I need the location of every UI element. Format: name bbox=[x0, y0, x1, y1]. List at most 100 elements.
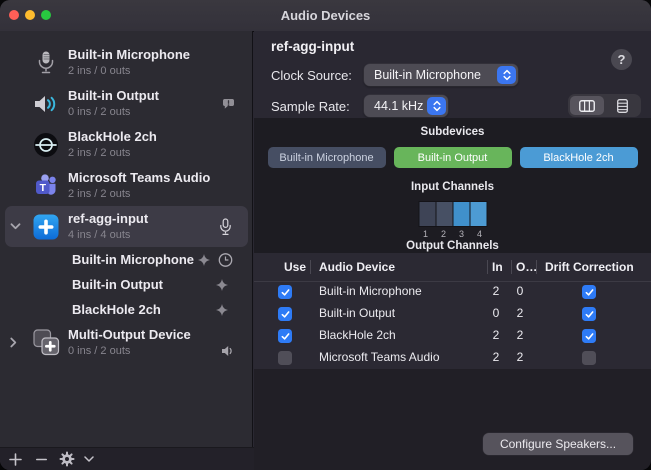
sidebar-subitem-built-in-output[interactable]: Built-in Output bbox=[0, 272, 253, 297]
column-header-out: O… bbox=[516, 260, 537, 274]
channel-number: 3 bbox=[453, 229, 471, 239]
sidebar-item-built-in-microphone[interactable]: Built-in Microphone 2 ins / 0 outs bbox=[0, 42, 253, 83]
drift-correction-checkbox[interactable] bbox=[582, 307, 596, 321]
table-row[interactable]: Microsoft Teams Audio 2 2 bbox=[254, 347, 651, 369]
table-row[interactable]: BlackHole 2ch 2 2 bbox=[254, 325, 651, 347]
sidebar-item-microsoft-teams-audio[interactable]: T Microsoft Teams Audio 2 ins / 2 outs bbox=[0, 165, 253, 206]
sidebar-subitem-blackhole-2ch[interactable]: BlackHole 2ch bbox=[0, 297, 253, 322]
sidebar-toolbar bbox=[0, 447, 255, 470]
sample-rate-value: 44.1 kHz bbox=[364, 99, 425, 113]
sidebar-item-ref-agg-input[interactable]: ref-agg-input 4 ins / 4 outs bbox=[5, 206, 248, 247]
device-subtitle: 2 ins / 0 outs bbox=[68, 64, 190, 78]
title-bar: Audio Devices bbox=[0, 0, 651, 32]
rows-icon bbox=[617, 99, 628, 113]
minimize-button[interactable] bbox=[25, 10, 35, 20]
device-title: Multi-Output Device bbox=[68, 327, 191, 344]
drift-correction-checkbox[interactable] bbox=[582, 329, 596, 343]
table-row[interactable]: Built-in Output 0 2 bbox=[254, 303, 651, 325]
zoom-button[interactable] bbox=[41, 10, 51, 20]
subdevice-pill-built-in-output[interactable]: Built-in Output bbox=[394, 147, 512, 168]
device-subtitle: 0 ins / 2 outs bbox=[68, 344, 191, 358]
column-view-button[interactable] bbox=[570, 96, 604, 115]
clock-source-select[interactable]: Built-in Microphone bbox=[364, 64, 518, 86]
use-checkbox[interactable] bbox=[278, 285, 292, 299]
device-title: Microsoft Teams Audio bbox=[68, 170, 210, 187]
audio-devices-window: Audio Devices Built-in Microphone 2 ins … bbox=[0, 0, 651, 470]
aggregate-device-icon bbox=[31, 214, 61, 240]
input-channels-title: Input Channels bbox=[254, 181, 651, 193]
table-cell-device: Built-in Microphone bbox=[319, 284, 422, 298]
subdevice-pill-blackhole-2ch[interactable]: BlackHole 2ch bbox=[520, 147, 638, 168]
table-cell-out: 0 bbox=[508, 284, 532, 298]
list-view-button[interactable] bbox=[605, 96, 639, 115]
subdevices-section: Subdevices Built-in Microphone Built-in … bbox=[254, 118, 651, 253]
help-button[interactable]: ? bbox=[611, 49, 632, 70]
channel-block-2 bbox=[436, 202, 452, 226]
microphone-icon bbox=[31, 50, 61, 76]
teams-icon: T bbox=[31, 173, 61, 199]
column-header-audio-device: Audio Device bbox=[319, 260, 395, 274]
channel-block-4 bbox=[470, 202, 486, 226]
channel-block-1 bbox=[419, 202, 435, 226]
channel-number: 4 bbox=[471, 229, 489, 239]
drift-correction-checkbox[interactable] bbox=[582, 285, 596, 299]
device-title: ref-agg-input bbox=[68, 211, 148, 228]
sample-rate-select[interactable]: 44.1 kHz bbox=[364, 95, 448, 117]
detail-device-title: ref-agg-input bbox=[271, 39, 354, 54]
table-cell-device: Built-in Output bbox=[319, 306, 395, 320]
view-mode-segmented-control bbox=[568, 94, 641, 117]
use-checkbox[interactable] bbox=[278, 329, 292, 343]
signal-spark-icon bbox=[216, 304, 228, 316]
table-cell-in: 0 bbox=[484, 306, 508, 320]
speaker-icon bbox=[31, 93, 61, 115]
use-checkbox[interactable] bbox=[278, 351, 292, 365]
chevron-right-icon[interactable] bbox=[10, 337, 31, 348]
channel-number: 1 bbox=[417, 229, 435, 239]
device-subtitle: 4 ins / 4 outs bbox=[68, 228, 148, 242]
chevron-down-icon bbox=[80, 448, 98, 470]
subdevice-table-section: Use Audio Device In O… Drift Correction … bbox=[254, 253, 651, 470]
sidebar-subitem-built-in-microphone[interactable]: Built-in Microphone bbox=[0, 247, 253, 272]
channel-number: 2 bbox=[435, 229, 453, 239]
columns-icon bbox=[579, 100, 595, 112]
chevron-down-icon[interactable] bbox=[10, 223, 31, 230]
stepper-icon bbox=[497, 66, 516, 84]
table-cell-in: 2 bbox=[484, 328, 508, 342]
device-list-sidebar: Built-in Microphone 2 ins / 0 outs Built… bbox=[0, 31, 253, 470]
gear-icon bbox=[54, 448, 80, 470]
sidebar-item-built-in-output[interactable]: Built-in Output 0 ins / 2 outs bbox=[0, 83, 253, 124]
sidebar-item-multi-output-device[interactable]: Multi-Output Device 0 ins / 2 outs bbox=[0, 322, 253, 363]
actions-menu-button[interactable] bbox=[54, 448, 98, 470]
close-button[interactable] bbox=[9, 10, 19, 20]
channel-block-3 bbox=[453, 202, 469, 226]
blackhole-icon bbox=[31, 132, 61, 158]
clock-source-value: Built-in Microphone bbox=[364, 68, 495, 82]
subdevice-title: Built-in Output bbox=[72, 277, 163, 292]
remove-device-button[interactable] bbox=[28, 448, 54, 470]
microphone-indicator-icon bbox=[219, 218, 232, 236]
device-title: Built-in Output bbox=[68, 88, 159, 105]
use-checkbox[interactable] bbox=[278, 307, 292, 321]
table-cell-out: 2 bbox=[508, 328, 532, 342]
column-header-drift-correction: Drift Correction bbox=[545, 260, 634, 274]
stepper-icon bbox=[427, 97, 446, 115]
device-subtitle: 2 ins / 2 outs bbox=[68, 146, 157, 160]
table-row[interactable]: Built-in Microphone 2 0 bbox=[254, 281, 651, 303]
table-cell-out: 2 bbox=[508, 350, 532, 364]
window-title: Audio Devices bbox=[281, 8, 371, 23]
table-cell-out: 2 bbox=[508, 306, 532, 320]
add-device-button[interactable] bbox=[2, 448, 28, 470]
channel-numbers: 1 2 3 4 bbox=[417, 229, 489, 239]
subdevices-title: Subdevices bbox=[254, 126, 651, 138]
clock-source-label: Clock Source: bbox=[271, 68, 352, 83]
table-header: Use Audio Device In O… Drift Correction bbox=[254, 253, 651, 282]
output-channels-title: Output Channels bbox=[254, 240, 651, 252]
device-subtitle: 0 ins / 2 outs bbox=[68, 105, 159, 119]
sample-rate-label: Sample Rate: bbox=[271, 99, 350, 114]
device-title: BlackHole 2ch bbox=[68, 129, 157, 146]
sidebar-item-blackhole-2ch[interactable]: BlackHole 2ch 2 ins / 2 outs bbox=[0, 124, 253, 165]
subdevice-pill-built-in-microphone[interactable]: Built-in Microphone bbox=[268, 147, 386, 168]
device-subtitle: 2 ins / 2 outs bbox=[68, 187, 210, 201]
drift-correction-checkbox[interactable] bbox=[582, 351, 596, 365]
configure-speakers-button[interactable]: Configure Speakers... bbox=[483, 433, 633, 455]
